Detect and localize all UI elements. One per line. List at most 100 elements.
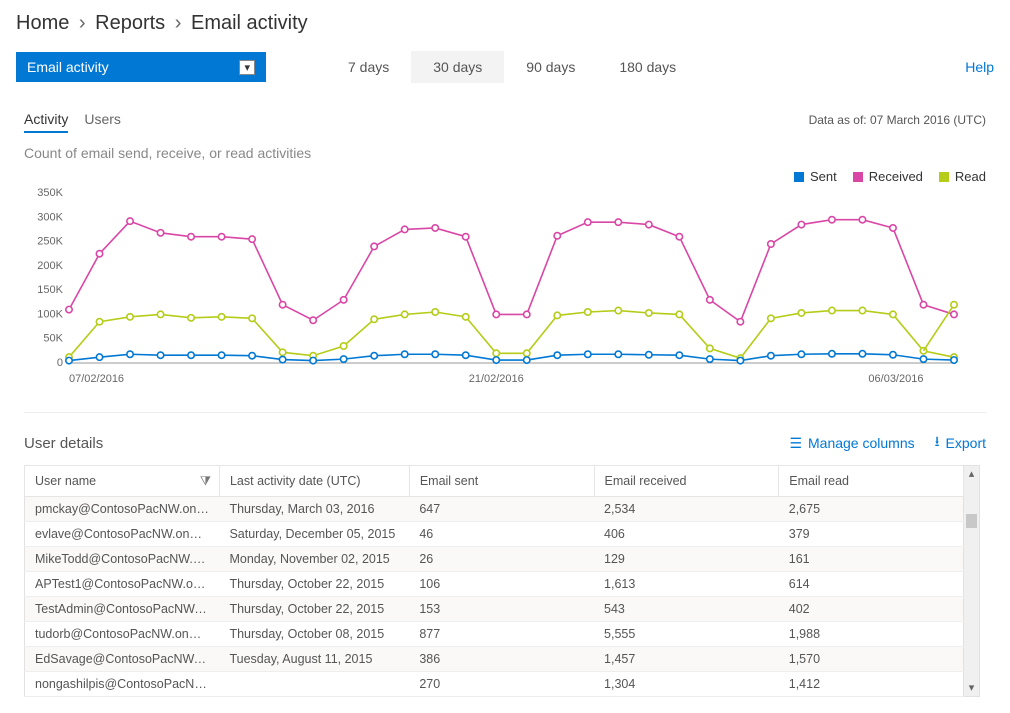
- user-details-title: User details: [24, 435, 103, 452]
- cell-read: 1,570: [779, 647, 964, 672]
- cell-recv: 5,555: [594, 622, 779, 647]
- svg-text:07/02/2016: 07/02/2016: [69, 373, 124, 385]
- table-row[interactable]: nongashilpis@ContosoPacNW.o...2701,3041,…: [25, 672, 964, 697]
- cell-recv: 129: [594, 547, 779, 572]
- user-details-table: User name⧩ Last activity date (UTC) Emai…: [24, 465, 964, 697]
- chart-subtitle: Count of email send, receive, or read ac…: [24, 145, 986, 161]
- cell-read: 2,675: [779, 497, 964, 522]
- cell-username: APTest1@ContosoPacNW.onmi...: [25, 572, 220, 597]
- svg-text:300K: 300K: [37, 211, 63, 223]
- cell-username: evlave@ContosoPacNW.onmicr...: [25, 522, 220, 547]
- svg-text:250K: 250K: [37, 236, 63, 248]
- help-link[interactable]: Help: [965, 59, 994, 75]
- cell-date: Monday, November 02, 2015: [219, 547, 409, 572]
- chart-tabs: Activity Users Data as of: 07 March 2016…: [24, 107, 986, 133]
- cell-date: Thursday, October 22, 2015: [219, 597, 409, 622]
- cell-read: 161: [779, 547, 964, 572]
- filter-icon[interactable]: ⧩: [200, 474, 211, 489]
- chevron-right-icon: ›: [175, 12, 182, 34]
- chart-legend: Sent Received Read: [24, 169, 986, 184]
- table-row[interactable]: EdSavage@ContosoPacNW.on...Tuesday, Augu…: [25, 647, 964, 672]
- export-button[interactable]: ⭳ Export: [935, 431, 986, 455]
- divider: [24, 412, 986, 413]
- range-30days[interactable]: 30 days: [411, 51, 504, 83]
- export-label: Export: [946, 435, 986, 451]
- cell-username: MikeTodd@ContosoPacNW.on...: [25, 547, 220, 572]
- breadcrumb-home[interactable]: Home: [16, 12, 69, 34]
- cell-sent: 647: [409, 497, 594, 522]
- cell-sent: 877: [409, 622, 594, 647]
- range-tabs: 7 days 30 days 90 days 180 days: [326, 51, 698, 83]
- legend-label: Sent: [810, 169, 837, 184]
- download-icon: ⭳: [935, 431, 940, 455]
- cell-sent: 386: [409, 647, 594, 672]
- legend-label: Read: [955, 169, 986, 184]
- chevron-right-icon: ›: [79, 12, 86, 34]
- table-row[interactable]: tudorb@ContosoPacNW.onmicr...Thursday, O…: [25, 622, 964, 647]
- col-username[interactable]: User name⧩: [25, 466, 220, 497]
- cell-read: 1,988: [779, 622, 964, 647]
- cell-date: Thursday, March 03, 2016: [219, 497, 409, 522]
- cell-sent: 46: [409, 522, 594, 547]
- range-7days[interactable]: 7 days: [326, 51, 411, 83]
- scroll-up-icon[interactable]: ▴: [964, 467, 979, 480]
- table-row[interactable]: APTest1@ContosoPacNW.onmi...Thursday, Oc…: [25, 572, 964, 597]
- cell-sent: 153: [409, 597, 594, 622]
- cell-read: 402: [779, 597, 964, 622]
- cell-recv: 543: [594, 597, 779, 622]
- cell-date: Tuesday, August 11, 2015: [219, 647, 409, 672]
- square-icon: [794, 172, 804, 182]
- cell-username: TestAdmin@ContosoPacNW.on...: [25, 597, 220, 622]
- tab-activity[interactable]: Activity: [24, 107, 68, 133]
- cell-recv: 406: [594, 522, 779, 547]
- cell-read: 1,412: [779, 672, 964, 697]
- cell-date: [219, 672, 409, 697]
- cell-date: Thursday, October 08, 2015: [219, 622, 409, 647]
- cell-recv: 1,304: [594, 672, 779, 697]
- svg-text:50K: 50K: [43, 333, 63, 345]
- legend-read: Read: [939, 169, 986, 184]
- manage-columns-button[interactable]: ☰ Manage columns: [789, 435, 914, 452]
- table-row[interactable]: TestAdmin@ContosoPacNW.on...Thursday, Oc…: [25, 597, 964, 622]
- cell-sent: 106: [409, 572, 594, 597]
- cell-read: 614: [779, 572, 964, 597]
- breadcrumb-reports[interactable]: Reports: [95, 12, 165, 34]
- toolbar: Email activity ▾ 7 days 30 days 90 days …: [0, 43, 1010, 91]
- cell-username: pmckay@ContosoPacNW.onmic...: [25, 497, 220, 522]
- cell-username: nongashilpis@ContosoPacNW.o...: [25, 672, 220, 697]
- svg-text:06/03/2016: 06/03/2016: [868, 373, 923, 385]
- legend-sent: Sent: [794, 169, 837, 184]
- svg-text:150K: 150K: [37, 284, 63, 296]
- cell-sent: 26: [409, 547, 594, 572]
- col-emailreceived[interactable]: Email received: [594, 466, 779, 497]
- col-emailsent[interactable]: Email sent: [409, 466, 594, 497]
- report-dropdown[interactable]: Email activity ▾: [16, 52, 266, 82]
- scroll-thumb[interactable]: [966, 514, 977, 528]
- table-row[interactable]: pmckay@ContosoPacNW.onmic...Thursday, Ma…: [25, 497, 964, 522]
- square-icon: [853, 172, 863, 182]
- vertical-scrollbar[interactable]: ▴ ▾: [964, 465, 980, 697]
- cell-date: Thursday, October 22, 2015: [219, 572, 409, 597]
- svg-text:350K: 350K: [37, 188, 63, 199]
- breadcrumb-current: Email activity: [191, 12, 308, 34]
- table-row[interactable]: evlave@ContosoPacNW.onmicr...Saturday, D…: [25, 522, 964, 547]
- col-emailread[interactable]: Email read: [779, 466, 964, 497]
- range-180days[interactable]: 180 days: [597, 51, 698, 83]
- square-icon: [939, 172, 949, 182]
- svg-text:200K: 200K: [37, 260, 63, 272]
- cell-username: tudorb@ContosoPacNW.onmicr...: [25, 622, 220, 647]
- cell-recv: 1,457: [594, 647, 779, 672]
- col-lastactivity[interactable]: Last activity date (UTC): [219, 466, 409, 497]
- cell-date: Saturday, December 05, 2015: [219, 522, 409, 547]
- range-90days[interactable]: 90 days: [504, 51, 597, 83]
- cell-username: EdSavage@ContosoPacNW.on...: [25, 647, 220, 672]
- manage-columns-label: Manage columns: [808, 435, 915, 451]
- table-row[interactable]: MikeTodd@ContosoPacNW.on...Monday, Novem…: [25, 547, 964, 572]
- tab-users[interactable]: Users: [84, 107, 121, 131]
- line-chart: 050K100K150K200K250K300K350K07/02/201621…: [24, 188, 964, 388]
- chevron-down-icon: ▾: [239, 60, 255, 75]
- legend-label: Received: [869, 169, 923, 184]
- svg-text:0: 0: [57, 357, 63, 369]
- list-icon: ☰: [789, 435, 802, 452]
- data-as-of-label: Data as of: 07 March 2016 (UTC): [809, 113, 986, 127]
